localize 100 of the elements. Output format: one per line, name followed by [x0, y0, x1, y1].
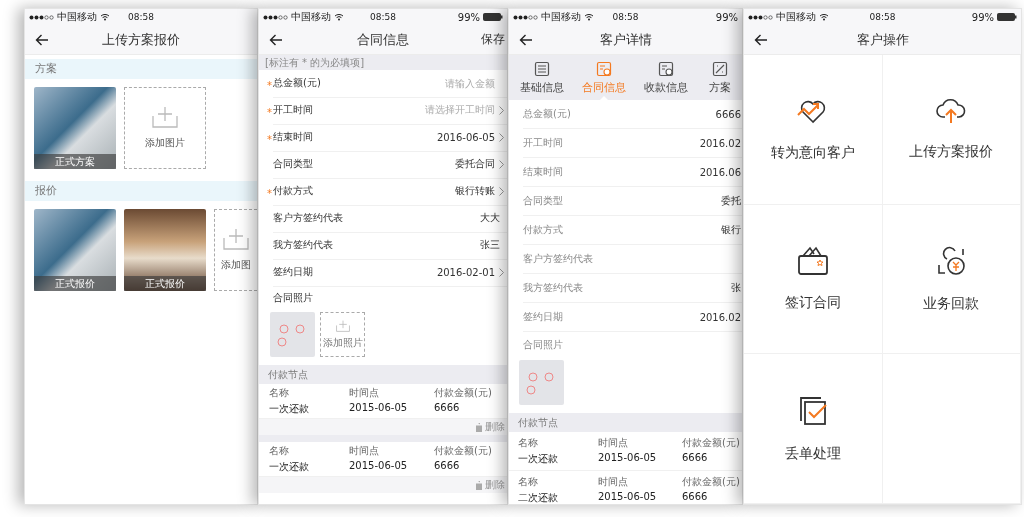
clock-time: 08:58 [612, 12, 639, 22]
back-arrow-icon[interactable] [519, 33, 533, 46]
carrier-name: 中国移动 [776, 10, 816, 24]
field-label: 客户方签约代表 [273, 211, 344, 225]
document-thumbnail[interactable] [519, 360, 564, 405]
chevron-icon[interactable] [499, 267, 504, 277]
field-label: 合同照片 [272, 291, 314, 305]
add-icon [152, 106, 178, 128]
chevron-icon[interactable] [499, 159, 504, 169]
document-icon [534, 60, 550, 77]
coin-icon [935, 245, 968, 277]
cloud-upload-icon [935, 97, 968, 126]
section-header: 付款节点 [259, 365, 507, 384]
action-tile[interactable]: 转为意向客户 [744, 55, 883, 205]
document-thumbnail[interactable] [270, 312, 315, 357]
screen-title: 合同信息 [356, 30, 410, 49]
add-photo-button[interactable]: 添加图 [214, 209, 257, 291]
add-icon [335, 319, 350, 332]
field-label: 开工时间 [273, 103, 314, 117]
field-value: 2016.02 [699, 137, 741, 149]
photo-placeholder[interactable]: 正式报价 [124, 209, 206, 291]
clock-time: 08:58 [128, 12, 154, 22]
required-mark: * [267, 134, 272, 145]
back-arrow-icon[interactable] [754, 33, 768, 46]
field-value: 银行转账 [455, 184, 495, 198]
trash-icon [475, 422, 483, 432]
column-label: 时间点 [598, 436, 629, 450]
chevron-icon[interactable] [499, 186, 504, 196]
tab[interactable]: 方案 [697, 55, 742, 100]
wifi-icon [584, 13, 594, 21]
clock-time: 08:58 [370, 12, 396, 22]
column-value: 2015-06-05 [598, 452, 658, 463]
column-value: 2015-06-05 [598, 491, 658, 502]
carrier-name: 中国移动 [541, 10, 581, 24]
column-value: 一次还款 [269, 402, 310, 416]
field-value: 2016.06 [699, 166, 741, 178]
field-value: 6666 [715, 108, 741, 120]
section-header: 方案 [25, 59, 257, 79]
field-label: 签约日期 [273, 265, 314, 279]
tab[interactable]: 收款信息 [635, 55, 697, 100]
column-value: 6666 [434, 402, 461, 413]
column-value: 6666 [682, 452, 709, 463]
field-value: 张 [731, 281, 741, 295]
column-value: 2015-06-05 [349, 460, 409, 471]
action-tile[interactable]: 业务回款 [882, 204, 1021, 355]
required-mark: * [267, 188, 272, 199]
field-label: 开工时间 [523, 136, 563, 150]
field-value: 大大 [480, 211, 500, 225]
field-label: 结束时间 [523, 165, 563, 179]
save-button[interactable]: 保存 [479, 31, 507, 48]
carrier-name: 中国移动 [57, 10, 97, 24]
wifi-icon [819, 13, 829, 21]
action-tile[interactable]: 签订合同 [744, 204, 883, 355]
add-photo-button[interactable]: 添加照片 [320, 312, 365, 357]
field-value: 张三 [480, 238, 500, 252]
field-label: 付款方式 [523, 223, 563, 237]
column-label: 时间点 [349, 444, 380, 458]
chevron-icon[interactable] [499, 105, 504, 115]
column-value: 6666 [434, 460, 461, 471]
carrier-name: 中国移动 [291, 10, 331, 24]
photo-placeholder[interactable]: 正式方案 [34, 87, 116, 169]
field-value: 委托合同 [455, 157, 495, 171]
input-field[interactable]: 请输入金额 [415, 77, 495, 89]
clock-time: 08:58 [869, 12, 896, 22]
trash-icon [475, 480, 483, 490]
field-label: 客户方签约代表 [523, 252, 593, 266]
back-arrow-icon[interactable] [35, 33, 49, 46]
field-label: 合同类型 [273, 157, 314, 171]
battery-icon [483, 13, 503, 21]
field-value: 2016-06-05 [436, 131, 495, 143]
battery-level: 99% [457, 11, 480, 23]
document-icon [711, 60, 728, 77]
add-photo-button[interactable]: 添加图片 [124, 87, 206, 169]
screen-title: 上传方案报价 [101, 30, 181, 49]
field-value: 银行 [721, 223, 741, 237]
action-tile[interactable]: 上传方案报价 [882, 55, 1021, 205]
hint-bar: [标注有 * 的为必填项] [259, 55, 507, 70]
column-label: 付款金额(元) [434, 386, 493, 400]
wallet-icon [796, 246, 829, 276]
column-label: 名称 [518, 475, 539, 489]
photo-caption: 正式方案 [34, 154, 116, 169]
action-tile[interactable]: 丢单处理 [744, 354, 883, 504]
field-label: 签约日期 [523, 310, 563, 324]
column-label: 名称 [518, 436, 539, 450]
document-icon [658, 60, 674, 77]
wifi-icon [100, 13, 110, 21]
signal-icon [263, 14, 288, 20]
field-label: 总金额(元) [273, 76, 322, 90]
field-value: 委托 [721, 194, 741, 208]
required-mark: * [267, 80, 272, 91]
photo-placeholder[interactable]: 正式报价 [34, 209, 116, 291]
section-header: 报价 [25, 181, 257, 201]
signal-icon [513, 14, 538, 20]
column-label: 名称 [269, 386, 290, 400]
tab[interactable]: 基础信息 [511, 55, 573, 100]
column-label: 付款金额(元) [682, 436, 740, 450]
document-icon [596, 60, 612, 77]
chevron-icon[interactable] [499, 132, 504, 142]
back-arrow-icon[interactable] [269, 33, 283, 46]
photo-caption: 正式报价 [34, 276, 116, 291]
